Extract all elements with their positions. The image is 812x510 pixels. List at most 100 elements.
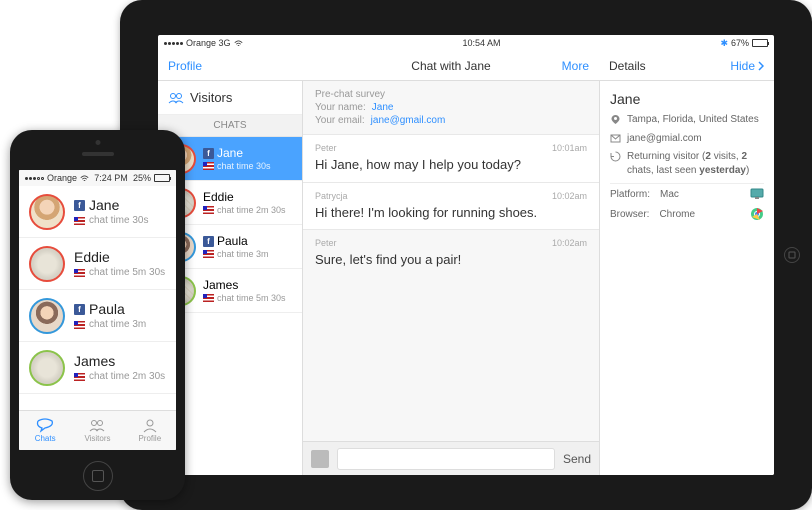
- chat-name: Eddie: [203, 190, 234, 204]
- chat-name: Jane: [89, 197, 119, 213]
- list-item[interactable]: Jameschat time 2m 30s: [19, 342, 176, 394]
- battery-percent: 25%: [133, 173, 151, 183]
- chat-area: Pre-chat survey Your name:Jane Your emai…: [303, 81, 599, 475]
- chat-subtitle: chat time 30s: [89, 215, 148, 226]
- avatar: [29, 246, 65, 282]
- signal-dots-icon: [25, 177, 44, 180]
- hide-link[interactable]: Hide: [730, 59, 764, 73]
- list-item[interactable]: fJanechat time 30s: [19, 186, 176, 238]
- signal-dots-icon: [164, 42, 183, 45]
- chat-name: Eddie: [74, 249, 110, 265]
- iphone-home-button[interactable]: [83, 461, 113, 491]
- avatar: [29, 350, 65, 386]
- details-panel: Jane Tampa, Florida, United States jane@…: [599, 81, 774, 475]
- flag-icon: [74, 269, 85, 277]
- tab-visitors[interactable]: Visitors: [71, 411, 123, 450]
- flag-icon: [203, 162, 214, 170]
- visitors-icon: [88, 418, 106, 433]
- msg-time: 10:02am: [552, 191, 587, 201]
- ipad-device: Orange 3G 10:54 AM ✱ 67% Profile Chat wi…: [120, 0, 812, 510]
- avatar: [29, 298, 65, 334]
- ipad-screen: Orange 3G 10:54 AM ✱ 67% Profile Chat wi…: [158, 35, 774, 475]
- chat-subtitle: chat time 5m 30s: [217, 293, 286, 303]
- msg-time: 10:02am: [552, 238, 587, 248]
- tab-profile[interactable]: Profile: [124, 411, 176, 450]
- iphone-chat-list: f Jane chat time 30s Eddie chat time 5m 30s f…: [19, 186, 176, 410]
- mac-icon: [750, 187, 764, 201]
- tab-label: Profile: [138, 434, 161, 443]
- ipad-home-button[interactable]: [784, 247, 800, 263]
- msg-text: Sure, let's find you a pair!: [315, 251, 587, 269]
- chat-subtitle: chat time 3m: [217, 249, 269, 259]
- message-input[interactable]: [337, 448, 555, 470]
- message-list: Peter 10:01am Hi Jane, how may I help you …: [303, 134, 599, 277]
- iphone-camera: [95, 140, 100, 145]
- battery-percent: 67%: [731, 38, 749, 48]
- facebook-icon: f: [203, 236, 214, 247]
- email-icon: [610, 133, 621, 144]
- chat-message: Peter 10:01am Hi Jane, how may I help you …: [303, 134, 599, 182]
- iphone-speaker: [82, 152, 114, 156]
- facebook-icon: f: [74, 304, 85, 315]
- flag-icon: [203, 206, 214, 214]
- chat-subtitle: chat time 30s: [217, 161, 271, 171]
- visitors-header[interactable]: Visitors: [158, 81, 302, 115]
- profile-link[interactable]: Profile: [168, 59, 202, 73]
- ipad-status-bar: Orange 3G 10:54 AM ✱ 67%: [158, 35, 774, 51]
- tab-bar: Chats Visitors Profile: [19, 410, 176, 450]
- platform-label: Platform:: [610, 189, 650, 200]
- platform-value: Mac: [660, 189, 679, 200]
- chat-subtitle: chat time 5m 30s: [89, 267, 165, 278]
- msg-text: Hi there! I'm looking for running shoes.: [315, 204, 587, 222]
- flag-icon: [74, 321, 85, 329]
- tab-chats[interactable]: Chats: [19, 411, 71, 450]
- survey-email-label: Your email:: [315, 115, 365, 126]
- chat-title: Chat with Jane: [411, 59, 490, 73]
- returning-icon: [610, 151, 621, 162]
- wifi-icon: [80, 174, 89, 183]
- survey-title: Pre-chat survey: [315, 89, 587, 100]
- profile-icon: [141, 418, 159, 433]
- chat-name: Paula: [217, 234, 248, 248]
- list-item[interactable]: Eddie chat time 5m 30s: [19, 238, 176, 290]
- msg-text: Hi Jane, how may I help you today?: [315, 156, 587, 174]
- pin-icon: [610, 114, 621, 125]
- chrome-icon: [750, 207, 764, 221]
- facebook-icon: f: [203, 148, 214, 159]
- more-link[interactable]: More: [562, 59, 589, 73]
- returning-text: Returning visitor (2 visits, 2 chats, la…: [627, 150, 764, 177]
- carrier-label: Orange: [47, 173, 77, 183]
- flag-icon: [74, 217, 85, 225]
- avatar: [29, 194, 65, 230]
- battery-icon: [752, 39, 768, 47]
- chat-name: James: [203, 278, 238, 292]
- msg-from: Peter: [315, 143, 337, 153]
- chat-subtitle: chat time 3m: [89, 319, 146, 330]
- visitors-icon: [168, 92, 184, 104]
- browser-label: Browser:: [610, 209, 649, 220]
- send-button[interactable]: Send: [563, 452, 591, 466]
- browser-value: Chrome: [659, 209, 695, 220]
- contact-name: Jane: [610, 91, 764, 107]
- chats-section-header: CHATS: [158, 115, 302, 137]
- list-item[interactable]: fPaulachat time 3m: [19, 290, 176, 342]
- msg-from: Peter: [315, 238, 337, 248]
- details-title: Details: [609, 59, 646, 73]
- iphone-status-bar: Orange 7:24 PM 25%: [19, 170, 176, 186]
- chat-subtitle: chat time 2m 30s: [89, 371, 165, 382]
- email-value: jane@gmial.com: [627, 132, 702, 146]
- msg-time: 10:01am: [552, 143, 587, 153]
- status-time: 10:54 AM: [243, 38, 721, 48]
- flag-icon: [74, 373, 85, 381]
- iphone-screen: Orange 7:24 PM 25% f Jane chat time 30s Edd…: [19, 170, 176, 450]
- visitors-label: Visitors: [190, 90, 232, 105]
- attachment-icon[interactable]: [311, 450, 329, 468]
- tab-label: Chats: [35, 434, 56, 443]
- battery-icon: [154, 174, 170, 182]
- flag-icon: [203, 250, 214, 258]
- survey-name-label: Your name:: [315, 102, 366, 113]
- status-time: 7:24 PM: [89, 173, 133, 183]
- carrier-label: Orange 3G: [186, 38, 231, 48]
- chat-subtitle: chat time 2m 30s: [217, 205, 286, 215]
- chats-icon: [36, 418, 54, 433]
